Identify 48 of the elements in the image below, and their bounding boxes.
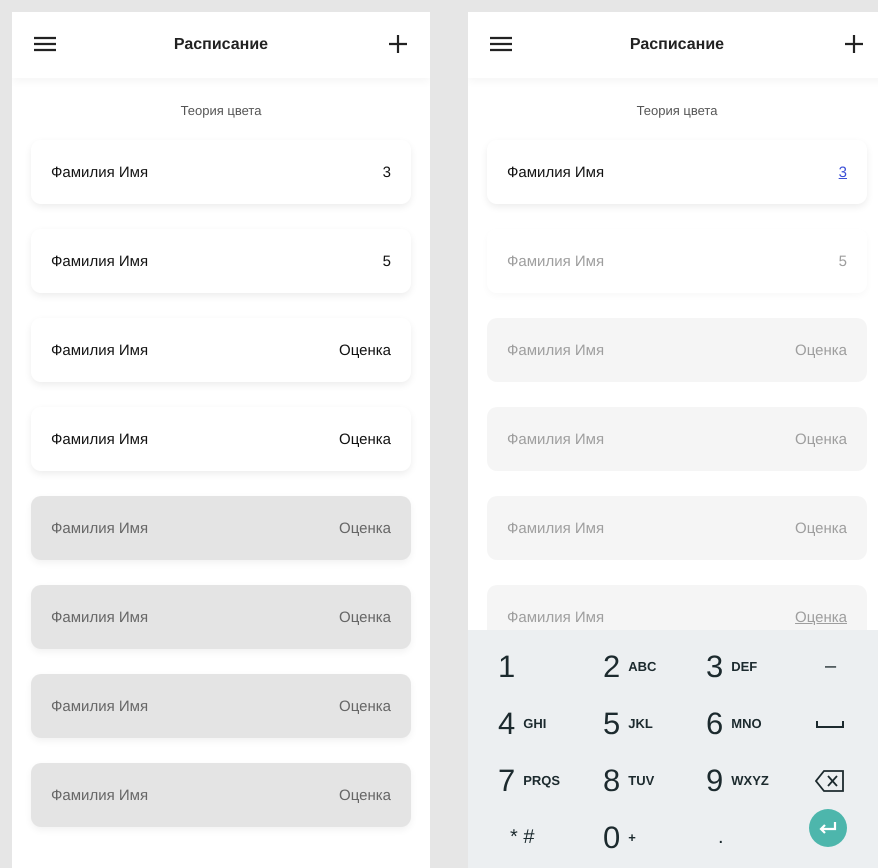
digit-key[interactable]: 8 TUV xyxy=(603,758,654,804)
student-card[interactable]: Фамилия Имя 3 xyxy=(487,140,867,204)
student-name: Фамилия Имя xyxy=(51,698,148,714)
digit-key[interactable]: 5 JKL xyxy=(603,700,653,746)
grade-field[interactable]: 3 xyxy=(382,164,391,180)
grade-field[interactable]: 3 xyxy=(838,164,847,180)
grade-field[interactable]: Оценка xyxy=(339,698,391,714)
grade-field[interactable]: Оценка xyxy=(339,342,391,358)
subject-title: Теория цвета xyxy=(636,103,718,118)
student-card[interactable]: Фамилия Имя Оценка xyxy=(31,585,411,649)
student-card[interactable]: Фамилия Имя Оценка xyxy=(31,318,411,382)
digit-key[interactable]: 6 MNO xyxy=(706,700,762,746)
student-name: Фамилия Имя xyxy=(51,164,148,180)
student-card[interactable]: Фамилия Имя Оценка xyxy=(31,674,411,738)
enter-icon xyxy=(818,821,838,835)
grade-field[interactable]: 5 xyxy=(382,252,391,270)
student-name: Фамилия Имя xyxy=(507,520,604,536)
student-name: Фамилия Имя xyxy=(51,520,148,536)
student-name: Фамилия Имя xyxy=(507,342,604,358)
student-name: Фамилия Имя xyxy=(507,164,604,180)
digit-key[interactable]: 0 + xyxy=(603,814,636,860)
student-card[interactable]: Фамилия Имя 3 xyxy=(31,140,411,204)
grade-field[interactable]: Оценка xyxy=(339,608,391,626)
screen-title: Расписание xyxy=(174,36,268,53)
space-key-icon[interactable] xyxy=(815,718,845,728)
digit-key[interactable]: 4 GHI xyxy=(498,700,546,746)
student-name: Фамилия Имя xyxy=(51,608,148,626)
student-name: Фамилия Имя xyxy=(51,786,148,804)
student-name: Фамилия Имя xyxy=(507,252,604,270)
student-card[interactable]: Фамилия Имя Оценка xyxy=(31,407,411,471)
student-name: Фамилия Имя xyxy=(51,430,148,448)
student-name: Фамилия Имя xyxy=(507,608,604,626)
student-card[interactable]: Фамилия Имя 5 xyxy=(31,229,411,293)
student-card[interactable]: Фамилия Имя Оценка xyxy=(31,763,411,827)
screen-title: Расписание xyxy=(630,36,724,53)
student-name: Фамилия Имя xyxy=(51,252,148,270)
subject-title: Теория цвета xyxy=(180,103,262,118)
digit-key[interactable]: 7 PRQS xyxy=(498,758,560,804)
student-card[interactable]: Фамилия Имя Оценка xyxy=(31,496,411,560)
backspace-icon[interactable] xyxy=(815,768,845,792)
student-name: Фамилия Имя xyxy=(51,342,148,358)
grade-field[interactable]: Оценка xyxy=(339,430,391,448)
symbol-key[interactable]: * # xyxy=(498,814,546,860)
student-name: Фамилия Имя xyxy=(507,430,604,448)
grade-field[interactable]: Оценка xyxy=(339,520,391,536)
symbol-key[interactable]: . xyxy=(706,814,736,860)
digit-key[interactable]: 9 WXYZ xyxy=(706,758,769,804)
grade-field[interactable]: Оценка xyxy=(339,786,391,804)
